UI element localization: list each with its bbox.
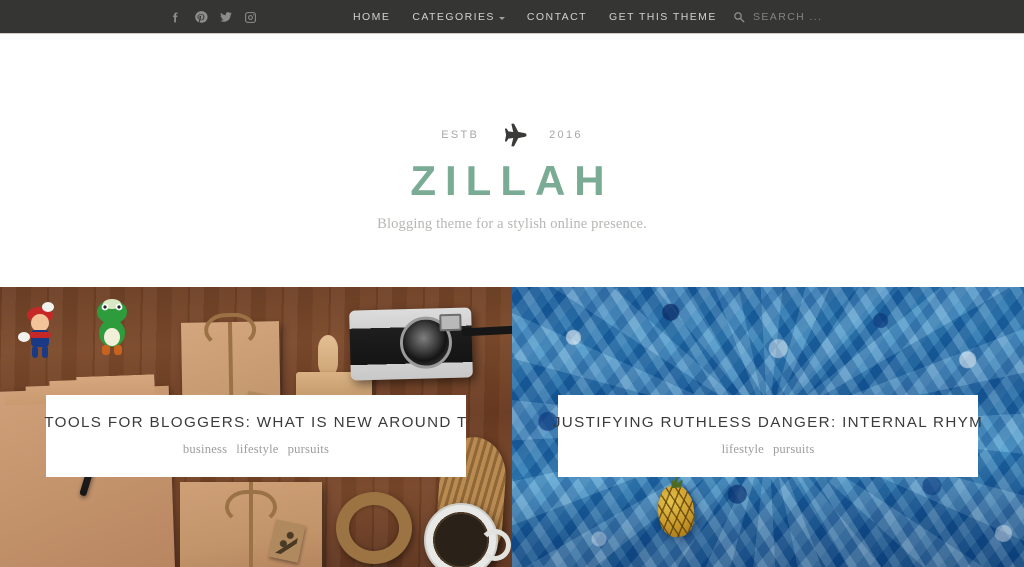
nav-item-contact[interactable]: CONTACT — [527, 11, 587, 23]
post-categories: lifestyle pursuits — [722, 442, 815, 457]
post-overlay-card[interactable]: TOOLS FOR BLOGGERS: WHAT IS NEW AROUND T… — [44, 395, 467, 477]
established-year: 2016 — [549, 129, 583, 141]
category-link[interactable]: pursuits — [288, 442, 329, 457]
nav-label: CATEGORIES — [412, 11, 495, 23]
category-link[interactable]: lifestyle — [722, 442, 764, 457]
search-icon — [733, 11, 745, 23]
search-box[interactable] — [733, 0, 893, 34]
camera-strap — [461, 325, 512, 337]
nav-label: CONTACT — [526, 11, 588, 23]
category-link[interactable]: business — [183, 442, 227, 457]
instagram-icon[interactable] — [243, 10, 258, 25]
twine-ring — [336, 492, 412, 564]
nav-item-home[interactable]: HOME — [353, 11, 390, 23]
post-title[interactable]: TOOLS FOR BLOGGERS: WHAT IS NEW AROUND T — [44, 415, 467, 432]
post-title[interactable]: JUSTIFYING RUTHLESS DANGER: INTERNAL RHY… — [553, 415, 983, 432]
camera-viewfinder — [439, 313, 462, 332]
pineapple-object — [655, 483, 697, 539]
category-link[interactable]: pursuits — [773, 442, 814, 457]
yoshi-figurine — [97, 299, 127, 355]
main-navigation: HOME CATEGORIES CONTACT GET THIS THEME — [353, 0, 717, 34]
post-card-1[interactable]: TOOLS FOR BLOGGERS: WHAT IS NEW AROUND T… — [0, 287, 512, 567]
nav-label: HOME — [353, 11, 391, 23]
airplane-icon — [499, 120, 529, 150]
site-tagline: Blogging theme for a stylish online pres… — [377, 216, 647, 233]
twine-bow — [225, 490, 277, 524]
paper-gift-tag — [268, 519, 306, 563]
site-title[interactable]: ZILLAH — [410, 158, 613, 203]
post-categories: business lifestyle pursuits — [183, 442, 329, 457]
stamp-handle-top — [318, 335, 338, 377]
twitter-icon[interactable] — [218, 10, 233, 25]
coffee-mug — [424, 503, 511, 567]
mario-figurine — [18, 302, 54, 358]
post-card-2[interactable]: JUSTIFYING RUTHLESS DANGER: INTERNAL RHY… — [512, 287, 1024, 567]
nav-item-categories[interactable]: CATEGORIES — [412, 11, 505, 23]
social-links — [168, 0, 258, 34]
vintage-camera — [349, 307, 473, 381]
search-input[interactable] — [753, 11, 893, 23]
category-link[interactable]: lifestyle — [236, 442, 278, 457]
nav-label: GET THIS THEME — [609, 11, 717, 23]
facebook-icon[interactable] — [168, 10, 183, 25]
site-hero: ESTB 2016 ZILLAH Blogging theme for a st… — [0, 34, 1024, 287]
top-bar: HOME CATEGORIES CONTACT GET THIS THEME — [0, 0, 1024, 34]
chevron-down-icon — [498, 16, 505, 20]
established-label: ESTB — [441, 129, 480, 141]
nav-item-get-this-theme[interactable]: GET THIS THEME — [609, 11, 717, 23]
featured-posts-grid: TOOLS FOR BLOGGERS: WHAT IS NEW AROUND T… — [0, 287, 1024, 567]
pinterest-icon[interactable] — [193, 10, 208, 25]
established-row: ESTB 2016 — [441, 118, 583, 152]
post-overlay-card[interactable]: JUSTIFYING RUTHLESS DANGER: INTERNAL RHY… — [553, 395, 982, 477]
twine-bow — [203, 312, 257, 348]
wrapped-parcel-bottom — [180, 482, 322, 567]
